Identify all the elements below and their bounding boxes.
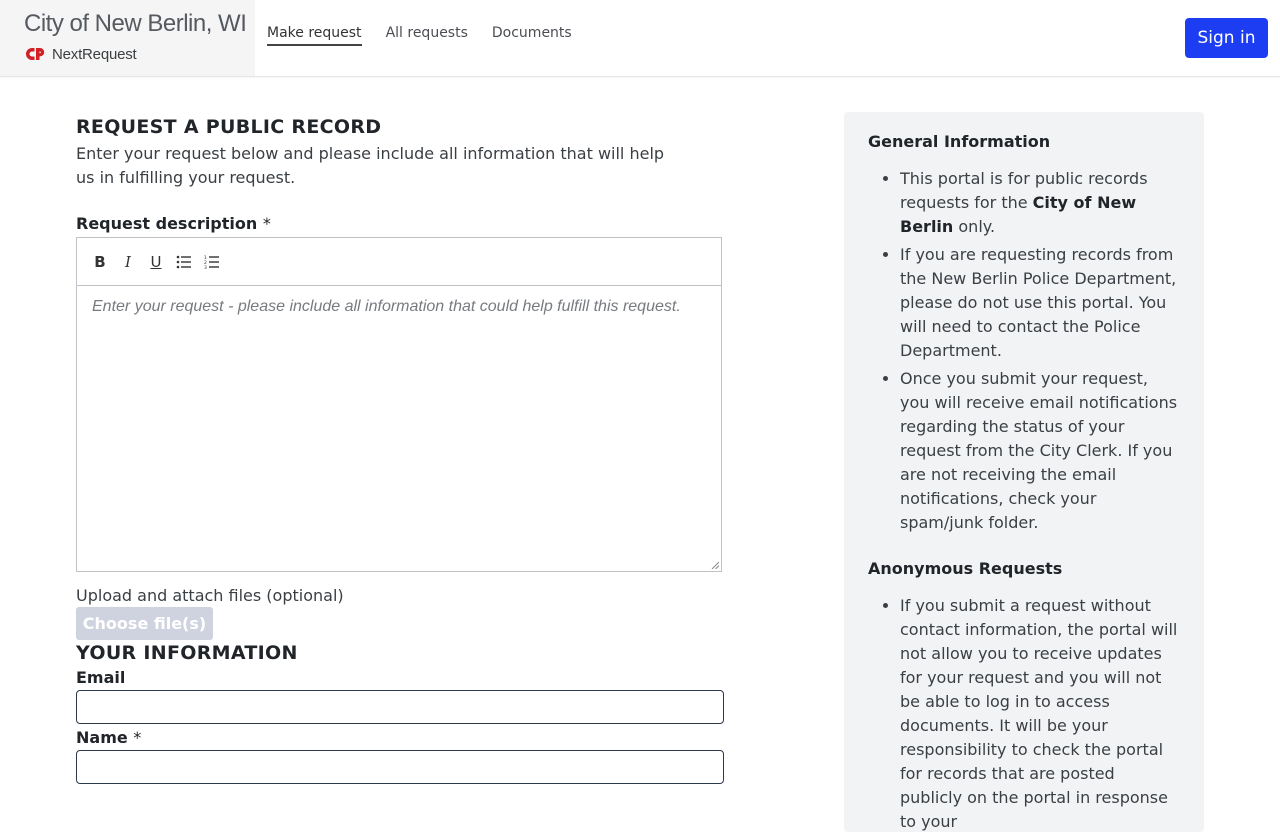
list-item-text: only. <box>953 217 996 236</box>
general-info-list: This portal is for public records reques… <box>868 167 1180 535</box>
nextrequest-brand: NextRequest <box>25 45 137 63</box>
nav-all-requests[interactable]: All requests <box>386 25 468 46</box>
description-label: Request description * <box>76 214 724 233</box>
choose-files-button[interactable]: Choose file(s) <box>76 607 213 640</box>
name-required-mark: * <box>133 728 142 747</box>
name-label: Name * <box>76 728 724 747</box>
resize-grip-icon[interactable] <box>711 561 719 569</box>
top-header: City of New Berlin, WI NextRequest Make … <box>0 0 1280 77</box>
your-information-title: YOUR INFORMATION <box>76 642 298 664</box>
email-field[interactable] <box>76 690 724 724</box>
form-intro: Enter your request below and please incl… <box>76 144 665 187</box>
sign-in-button[interactable]: Sign in <box>1185 18 1268 58</box>
underline-button[interactable]: U <box>147 253 165 271</box>
name-label-text: Name <box>76 728 128 747</box>
italic-button[interactable]: I <box>119 253 137 271</box>
request-form: REQUEST A PUBLIC RECORD Enter your reque… <box>76 112 724 784</box>
numbered-list-icon[interactable]: 1 2 3 <box>203 253 221 271</box>
list-item: Once you submit your request, you will r… <box>900 367 1180 535</box>
description-label-text: Request description <box>76 214 258 233</box>
list-item-text: If you are requesting records from the N… <box>900 245 1177 360</box>
email-label: Email <box>76 668 126 687</box>
list-item: If you submit a request without contact … <box>900 594 1180 832</box>
bold-button[interactable]: B <box>91 253 109 271</box>
list-item: If you are requesting records from the N… <box>900 243 1180 363</box>
nav-make-request[interactable]: Make request <box>267 25 362 46</box>
brand-name: NextRequest <box>52 45 137 63</box>
main-nav: Make request All requests Documents <box>267 25 572 46</box>
form-title: REQUEST A PUBLIC RECORD <box>76 116 382 138</box>
brand-block[interactable]: City of New Berlin, WI NextRequest <box>0 0 255 76</box>
list-item-text: Once you submit your request, you will r… <box>900 369 1178 532</box>
name-field[interactable] <box>76 750 724 784</box>
nav-documents[interactable]: Documents <box>492 25 572 46</box>
general-info-heading: General Information <box>868 132 1051 151</box>
required-mark: * <box>262 214 271 233</box>
description-editor: B I U 1 2 3 Enter your request - please … <box>76 237 722 572</box>
anonymous-requests-heading: Anonymous Requests <box>868 559 1063 578</box>
info-sidebar: General Information This portal is for p… <box>844 112 1204 832</box>
upload-label: Upload and attach files (optional) <box>76 586 344 605</box>
bullet-list-icon[interactable] <box>175 253 193 271</box>
anonymous-info-list: If you submit a request without contact … <box>868 594 1180 832</box>
nextrequest-logo-icon <box>26 48 45 60</box>
org-title: City of New Berlin, WI <box>24 10 247 37</box>
list-item: This portal is for public records reques… <box>900 167 1180 239</box>
editor-toolbar: B I U 1 2 3 <box>77 238 721 286</box>
svg-text:3: 3 <box>204 265 207 269</box>
description-textarea[interactable]: Enter your request - please include all … <box>77 286 721 571</box>
